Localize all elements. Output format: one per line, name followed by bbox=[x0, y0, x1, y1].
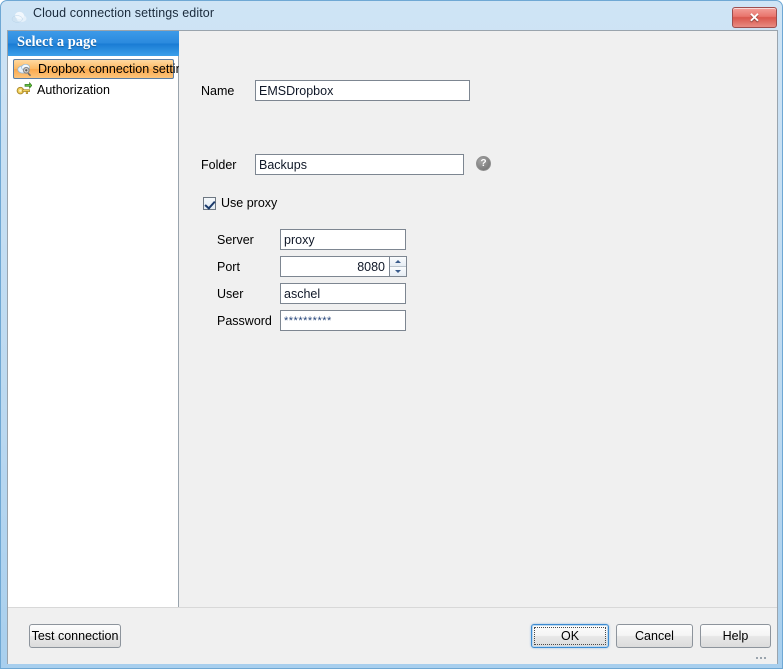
dialog-window: Cloud connection settings editor ✕ Selec… bbox=[0, 0, 783, 669]
help-glyph: ? bbox=[480, 157, 487, 169]
server-input[interactable] bbox=[280, 229, 406, 250]
chevron-up-icon bbox=[395, 260, 401, 263]
spinner-up-button[interactable] bbox=[390, 257, 406, 267]
test-connection-button[interactable]: Test connection bbox=[29, 624, 121, 648]
client-area: Select a page Dropbox connection setting… bbox=[7, 30, 778, 664]
help-label: Help bbox=[722, 629, 749, 643]
test-connection-label: Test connection bbox=[31, 629, 119, 643]
sidebar-list: Dropbox connection settings Authorizatio… bbox=[8, 59, 196, 100]
sidebar: Select a page Dropbox connection setting… bbox=[8, 31, 196, 607]
sidebar-header-label: Select a page bbox=[17, 34, 97, 50]
port-input[interactable] bbox=[280, 256, 390, 277]
name-label: Name bbox=[201, 84, 235, 98]
cloud-icon bbox=[11, 11, 27, 23]
use-proxy-label: Use proxy bbox=[221, 196, 278, 210]
sidebar-header: Select a page bbox=[8, 31, 179, 56]
folder-input[interactable] bbox=[255, 154, 464, 175]
help-button[interactable]: Help bbox=[700, 624, 771, 648]
content-pane: Name Folder ? Use proxy Server Port bbox=[179, 31, 777, 607]
help-icon[interactable]: ? bbox=[476, 156, 491, 171]
user-label: User bbox=[217, 287, 244, 301]
sidebar-item-dropbox-connection-settings[interactable]: Dropbox connection settings bbox=[13, 59, 196, 79]
resize-grip[interactable] bbox=[756, 649, 768, 659]
name-input[interactable] bbox=[255, 80, 470, 101]
chevron-down-icon bbox=[395, 270, 401, 273]
password-input[interactable] bbox=[280, 310, 406, 331]
cancel-label: Cancel bbox=[635, 629, 674, 643]
sidebar-item-label: Dropbox connection settings bbox=[38, 62, 196, 76]
ok-label: OK bbox=[560, 629, 580, 643]
server-label: Server bbox=[217, 233, 254, 247]
spinner-down-button[interactable] bbox=[390, 267, 406, 276]
folder-label: Folder bbox=[201, 158, 237, 172]
port-spinner[interactable] bbox=[390, 256, 407, 277]
password-label: Password bbox=[217, 314, 272, 328]
use-proxy-checkbox[interactable]: Use proxy bbox=[203, 196, 277, 210]
cancel-button[interactable]: Cancel bbox=[616, 624, 693, 648]
key-icon bbox=[16, 81, 32, 94]
close-button[interactable]: ✕ bbox=[732, 7, 777, 28]
ok-button[interactable]: OK bbox=[531, 624, 609, 648]
window-title: Cloud connection settings editor bbox=[33, 6, 215, 20]
title-bar: Cloud connection settings editor ✕ bbox=[2, 2, 783, 30]
checkbox-check-icon bbox=[203, 196, 216, 210]
footer-bar: Test connection OK Cancel Help bbox=[8, 607, 777, 663]
user-input[interactable] bbox=[280, 283, 406, 304]
port-label: Port bbox=[217, 260, 240, 274]
sidebar-item-label: Authorization bbox=[37, 82, 110, 97]
close-icon: ✕ bbox=[749, 10, 760, 25]
cloud-settings-icon bbox=[17, 63, 31, 77]
sidebar-item-authorization[interactable]: Authorization bbox=[13, 80, 174, 99]
